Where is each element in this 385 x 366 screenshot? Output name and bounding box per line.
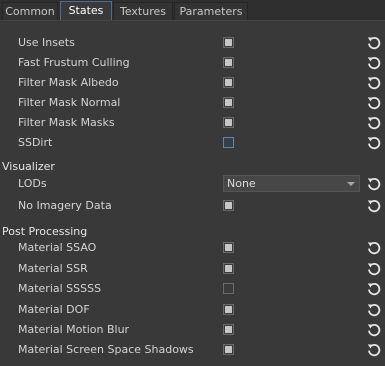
lods-dropdown-value: None [227, 177, 256, 190]
pp-row-material-dof: Material DOF [0, 300, 385, 320]
material-dof-label: Material DOF [18, 303, 90, 316]
ssdirt-checkbox[interactable] [223, 137, 234, 148]
state-row-filter-mask-albedo: Filter Mask Albedo [0, 73, 385, 93]
material-ssr-checkbox[interactable] [223, 263, 234, 274]
tab-bar: Common States Textures Parameters [0, 0, 385, 21]
reset-icon[interactable] [366, 35, 382, 51]
lods-dropdown[interactable]: None [223, 175, 360, 192]
chevron-down-icon [347, 182, 355, 186]
fast-frustum-culling-checkbox[interactable] [223, 57, 234, 68]
state-row-ssdirt: SSDirt [0, 133, 385, 153]
fast-frustum-culling-label: Fast Frustum Culling [18, 56, 130, 69]
visualizer-title: Visualizer [2, 160, 55, 173]
pp-row-material-screen-space-shadows: Material Screen Space Shadows [0, 340, 385, 360]
state-row-use-insets: Use Insets [0, 33, 385, 53]
states-panel: Use Insets Fast Frustum Culling Filter M… [0, 20, 385, 366]
lods-row: LODs None [0, 174, 385, 194]
ssdirt-label: SSDirt [18, 136, 53, 149]
state-row-fast-frustum-culling: Fast Frustum Culling [0, 53, 385, 73]
reset-icon[interactable] [366, 281, 382, 297]
state-row-filter-mask-normal: Filter Mask Normal [0, 93, 385, 113]
material-screen-space-shadows-label: Material Screen Space Shadows [18, 343, 194, 356]
tab-textures[interactable]: Textures [113, 2, 173, 20]
filter-mask-masks-checkbox[interactable] [223, 117, 234, 128]
reset-icon[interactable] [366, 302, 382, 318]
reset-icon[interactable] [366, 135, 382, 151]
pp-row-material-ssr: Material SSR [0, 259, 385, 279]
filter-mask-masks-label: Filter Mask Masks [18, 116, 115, 129]
material-ssao-label: Material SSAO [18, 241, 97, 254]
reset-icon[interactable] [366, 55, 382, 71]
material-sssss-checkbox[interactable] [223, 283, 234, 294]
tab-parameters[interactable]: Parameters [174, 2, 248, 20]
lods-label: LODs [18, 177, 47, 190]
filter-mask-normal-checkbox[interactable] [223, 97, 234, 108]
tab-states[interactable]: States [60, 1, 112, 21]
filter-mask-albedo-checkbox[interactable] [223, 77, 234, 88]
reset-icon[interactable] [366, 95, 382, 111]
reset-icon[interactable] [366, 198, 382, 214]
reset-icon[interactable] [366, 261, 382, 277]
material-ssr-label: Material SSR [18, 262, 88, 275]
no-imagery-data-checkbox[interactable] [223, 200, 234, 211]
post-processing-title: Post Processing [2, 225, 88, 238]
material-screen-space-shadows-checkbox[interactable] [223, 344, 234, 355]
reset-icon[interactable] [366, 176, 382, 192]
use-insets-label: Use Insets [18, 36, 75, 49]
no-imagery-data-row: No Imagery Data [0, 196, 385, 216]
pp-row-material-motion-blur: Material Motion Blur [0, 320, 385, 340]
reset-icon[interactable] [366, 240, 382, 256]
reset-icon[interactable] [366, 342, 382, 358]
pp-row-material-ssao: Material SSAO [0, 238, 385, 258]
pp-row-material-sssss: Material SSSSS [0, 279, 385, 299]
state-row-filter-mask-masks: Filter Mask Masks [0, 113, 385, 133]
material-motion-blur-checkbox[interactable] [223, 324, 234, 335]
reset-icon[interactable] [366, 75, 382, 91]
filter-mask-normal-label: Filter Mask Normal [18, 96, 121, 109]
material-motion-blur-label: Material Motion Blur [18, 323, 130, 336]
material-ssao-checkbox[interactable] [223, 242, 234, 253]
use-insets-checkbox[interactable] [223, 37, 234, 48]
no-imagery-data-label: No Imagery Data [18, 199, 112, 212]
reset-icon[interactable] [366, 115, 382, 131]
filter-mask-albedo-label: Filter Mask Albedo [18, 76, 119, 89]
material-dof-checkbox[interactable] [223, 304, 234, 315]
tab-common[interactable]: Common [2, 2, 58, 20]
reset-icon[interactable] [366, 322, 382, 338]
material-sssss-label: Material SSSSS [18, 282, 102, 295]
